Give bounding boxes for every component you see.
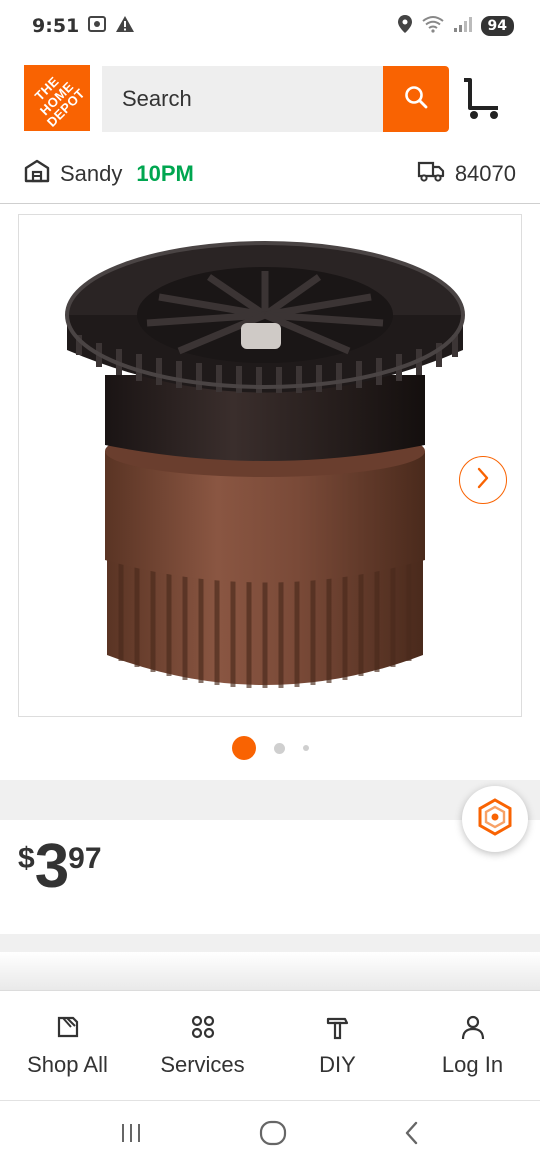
store-name: Sandy	[60, 160, 123, 186]
nav-log-in[interactable]: Log In	[405, 991, 540, 1100]
battery-indicator: 94	[480, 16, 514, 36]
product-image-gallery[interactable]	[18, 214, 522, 717]
signal-icon	[453, 15, 473, 38]
search-placeholder: Search	[122, 86, 192, 111]
app-header: THE HOME DEPOT Search	[0, 52, 540, 144]
cart-icon	[460, 78, 504, 126]
home-icon[interactable]	[258, 1118, 288, 1153]
warning-icon	[115, 14, 135, 39]
recent-apps-icon[interactable]	[117, 1121, 145, 1150]
store-hours: 10PM	[136, 160, 194, 186]
wifi-icon	[421, 15, 445, 38]
section-divider	[0, 952, 540, 990]
clock: 9:51	[32, 15, 80, 37]
assistant-hexagon-icon	[475, 797, 515, 842]
system-nav-bar	[0, 1100, 540, 1170]
search-button[interactable]	[383, 66, 449, 132]
delivery-truck-icon	[417, 160, 445, 188]
price-cents: 97	[68, 842, 102, 875]
nav-label: Log In	[441, 1051, 504, 1077]
nav-label: Shop All	[27, 1051, 108, 1077]
price-dollars: 3	[34, 832, 69, 901]
nav-shop-all[interactable]: Shop All	[0, 991, 135, 1100]
cart-button[interactable]	[460, 76, 504, 122]
shop-all-icon	[55, 1014, 81, 1046]
pagination-dot[interactable]	[302, 745, 309, 751]
product-image	[65, 241, 465, 688]
pagination-dot-active[interactable]	[231, 736, 256, 760]
user-icon	[460, 1014, 486, 1046]
search-icon	[403, 84, 429, 115]
store-icon	[24, 159, 50, 189]
section-divider	[0, 934, 540, 952]
store-selector[interactable]: Sandy 10PM	[24, 159, 194, 189]
store-location-bar[interactable]: Sandy 10PM 84070	[0, 144, 540, 204]
chevron-right-icon	[474, 466, 492, 495]
assistant-button[interactable]	[462, 786, 528, 852]
product-price: $ 3 97	[18, 832, 102, 901]
nav-label: DIY	[319, 1051, 356, 1077]
delivery-zip: 84070	[454, 160, 516, 186]
bottom-nav: Shop All Services DIY Log In	[0, 990, 540, 1100]
back-icon[interactable]	[401, 1119, 423, 1152]
gallery-pagination[interactable]	[0, 735, 540, 761]
location-pin-icon	[397, 14, 413, 39]
nav-label: Services	[160, 1051, 245, 1077]
search-input[interactable]: Search	[102, 66, 383, 132]
screenshot-icon	[87, 14, 107, 39]
pagination-dot[interactable]	[273, 742, 285, 754]
delivery-zip-selector[interactable]: 84070	[417, 160, 516, 188]
gallery-next-button[interactable]	[459, 456, 507, 504]
nav-diy[interactable]: DIY	[270, 991, 405, 1100]
services-icon	[190, 1014, 216, 1046]
logo-text: THE HOME DEPOT	[32, 73, 89, 130]
hammer-icon	[325, 1014, 351, 1046]
status-bar: 9:51 94	[0, 0, 540, 52]
price-currency: $	[18, 842, 35, 875]
section-divider	[0, 780, 540, 820]
nav-services[interactable]: Services	[135, 991, 270, 1100]
home-depot-logo[interactable]: THE HOME DEPOT	[24, 65, 90, 131]
